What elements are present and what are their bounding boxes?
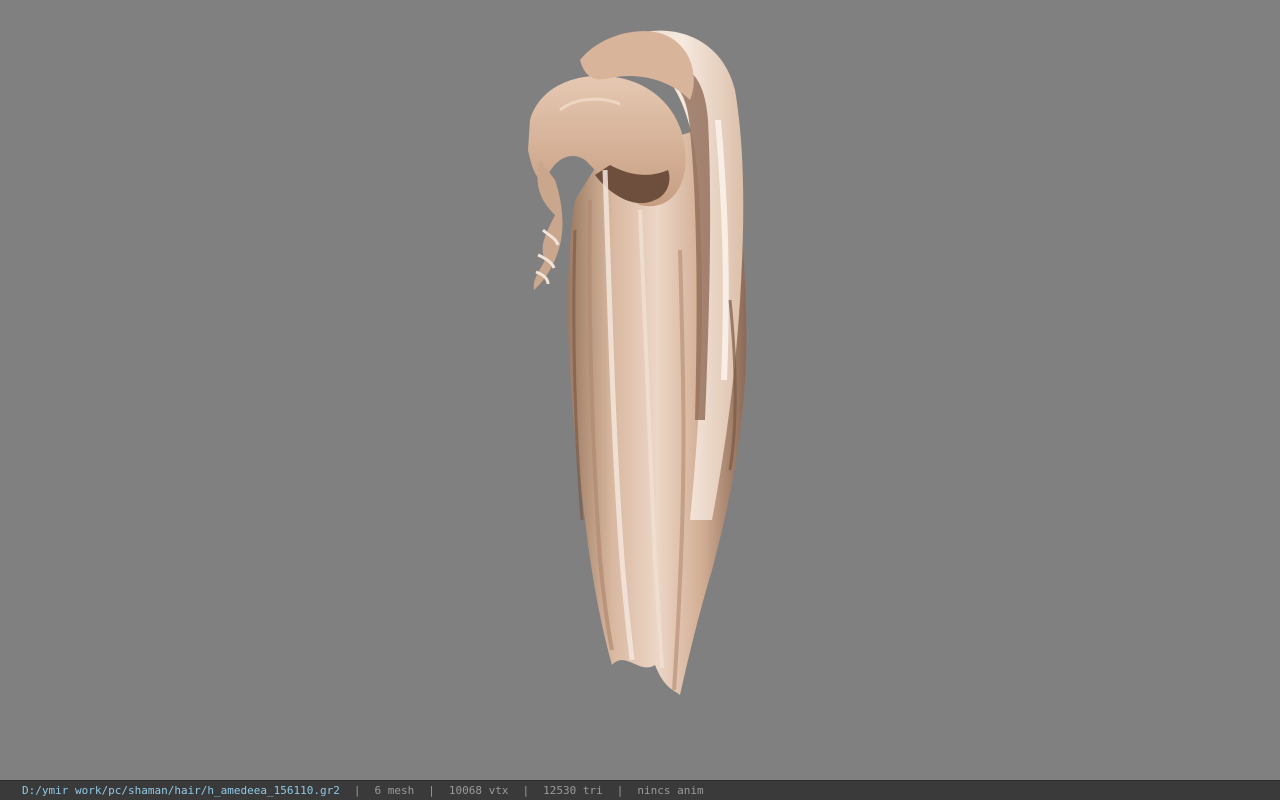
mesh-count-label: 6 mesh — [374, 784, 415, 797]
status-separator: | — [428, 784, 435, 797]
file-path-label: D:/ymir work/pc/shaman/hair/h_amedeea_15… — [22, 784, 340, 797]
animation-status-label: nincs anim — [637, 784, 704, 797]
hair-model-render — [528, 30, 747, 695]
status-separator: | — [353, 784, 361, 797]
3d-viewport[interactable] — [0, 0, 1280, 780]
triangle-count-label: 12530 tri — [543, 784, 603, 797]
status-separator: | — [522, 784, 530, 797]
vertex-count-label: 10068 vtx — [448, 784, 509, 797]
status-separator: | — [616, 784, 624, 797]
status-bar: D:/ymir work/pc/shaman/hair/h_amedeea_15… — [0, 780, 1280, 800]
